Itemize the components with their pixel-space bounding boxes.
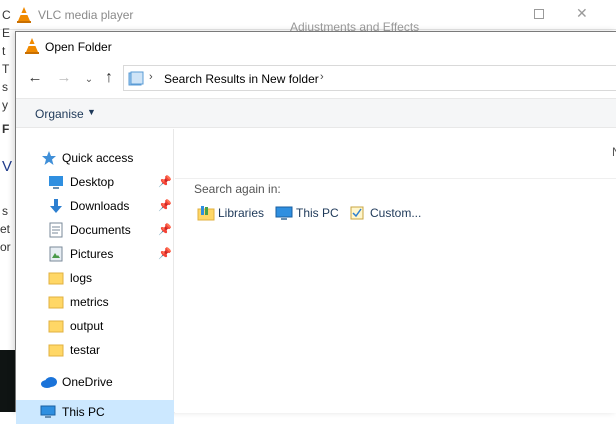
edge-text: et bbox=[0, 222, 11, 236]
navigation-bar: ← → ⌄ ↑ › Search Results in New folder › bbox=[16, 65, 616, 93]
nav-item-desktop[interactable]: Desktop 📌 bbox=[16, 170, 174, 194]
dropdown-caret-icon[interactable]: ▼ bbox=[87, 107, 96, 117]
pc-icon bbox=[275, 206, 293, 220]
nav-item-onedrive[interactable]: OneDrive bbox=[16, 370, 174, 394]
edge-text: t bbox=[2, 44, 6, 58]
download-icon bbox=[50, 199, 62, 213]
vlc-window-title: VLC media player bbox=[38, 8, 134, 22]
nav-item-documents[interactable]: Documents 📌 bbox=[16, 218, 174, 242]
address-bar[interactable]: › Search Results in New folder › bbox=[123, 65, 616, 91]
custom-search-icon bbox=[350, 206, 364, 220]
pin-icon[interactable]: 📌 bbox=[158, 199, 172, 212]
recent-locations-chevron-icon[interactable]: ⌄ bbox=[80, 71, 98, 89]
navigation-pane: Quick access Desktop 📌 Downloads 📌 Docum… bbox=[16, 129, 174, 424]
edge-text: C bbox=[2, 8, 11, 22]
open-folder-dialog: Open Folder ← → ⌄ ↑ › Search Results in … bbox=[15, 31, 616, 424]
pin-icon[interactable]: 📌 bbox=[158, 223, 172, 236]
pictures-icon bbox=[49, 246, 63, 262]
up-button[interactable]: ↑ bbox=[100, 69, 118, 87]
nav-item-label: metrics bbox=[70, 295, 109, 309]
search-location-label: This PC bbox=[296, 206, 339, 220]
close-button[interactable]: ✕ bbox=[576, 5, 588, 22]
edge-text: s bbox=[2, 80, 8, 94]
forward-button[interactable]: → bbox=[55, 69, 73, 87]
maximize-button[interactable] bbox=[534, 9, 544, 19]
documents-icon bbox=[49, 222, 63, 238]
back-button[interactable]: ← bbox=[26, 69, 44, 87]
pin-icon[interactable]: 📌 bbox=[158, 175, 172, 188]
pc-icon bbox=[40, 405, 56, 418]
column-header-name[interactable]: N bbox=[612, 145, 616, 159]
folder-icon bbox=[48, 344, 64, 357]
dialog-titlebar[interactable]: Open Folder bbox=[16, 32, 616, 62]
nav-item-quick-access[interactable]: Quick access bbox=[16, 146, 174, 170]
nav-item-pictures[interactable]: Pictures 📌 bbox=[16, 242, 174, 266]
libraries-icon bbox=[197, 206, 215, 221]
column-header: N bbox=[175, 129, 616, 179]
nav-item-output[interactable]: output bbox=[16, 314, 174, 338]
edge-text: T bbox=[2, 62, 10, 76]
results-pane: N Search again in: Libraries This PC Cus… bbox=[175, 129, 616, 413]
edge-text: F bbox=[2, 122, 10, 136]
nav-item-label: logs bbox=[70, 271, 93, 285]
nav-item-metrics[interactable]: metrics bbox=[16, 290, 174, 314]
dialog-title: Open Folder bbox=[45, 40, 112, 54]
nav-item-label: Pictures bbox=[70, 247, 114, 261]
nav-item-label: Downloads bbox=[70, 199, 130, 213]
edge-text: E bbox=[2, 26, 11, 40]
edge-text: or bbox=[0, 240, 11, 254]
nav-item-label: This PC bbox=[62, 405, 105, 419]
command-toolbar: Organise ▼ bbox=[16, 98, 616, 128]
nav-item-label: output bbox=[70, 319, 104, 333]
folder-icon bbox=[48, 296, 64, 309]
edge-text: V bbox=[2, 158, 13, 175]
breadcrumb-path[interactable]: Search Results in New folder bbox=[164, 72, 319, 86]
nav-item-logs[interactable]: logs bbox=[16, 266, 174, 290]
cloud-icon bbox=[41, 377, 57, 388]
pin-icon[interactable]: 📌 bbox=[158, 247, 172, 260]
edge-text: s bbox=[2, 204, 8, 218]
organise-button[interactable]: Organise bbox=[35, 107, 84, 121]
search-results-icon bbox=[128, 71, 144, 86]
desktop-icon bbox=[49, 176, 63, 189]
nav-item-label: testar bbox=[70, 343, 101, 357]
folder-icon bbox=[48, 272, 64, 285]
nav-item-label: Desktop bbox=[70, 175, 115, 189]
nav-item-downloads[interactable]: Downloads 📌 bbox=[16, 194, 174, 218]
nav-item-label: Quick access bbox=[62, 151, 134, 165]
vlc-titlebar[interactable]: VLC media player Adjustments and Effects… bbox=[0, 0, 616, 34]
nav-item-testar[interactable]: testar bbox=[16, 338, 174, 362]
folder-icon bbox=[48, 320, 64, 333]
nav-item-this-pc[interactable]: This PC bbox=[16, 400, 174, 424]
vlc-cone-icon bbox=[25, 38, 39, 54]
search-location-label: Libraries bbox=[218, 206, 265, 220]
edge-text: y bbox=[2, 98, 8, 112]
search-again-label: Search again in: bbox=[194, 182, 281, 196]
vlc-cone-icon bbox=[17, 7, 31, 23]
search-location-label: Custom... bbox=[370, 206, 422, 220]
breadcrumb-chevron-icon[interactable]: › bbox=[320, 71, 324, 83]
breadcrumb-chevron-icon[interactable]: › bbox=[149, 71, 153, 83]
vlc-video-area bbox=[0, 350, 16, 412]
nav-item-label: OneDrive bbox=[62, 375, 113, 389]
nav-item-label: Documents bbox=[70, 223, 131, 237]
star-icon bbox=[42, 151, 56, 165]
